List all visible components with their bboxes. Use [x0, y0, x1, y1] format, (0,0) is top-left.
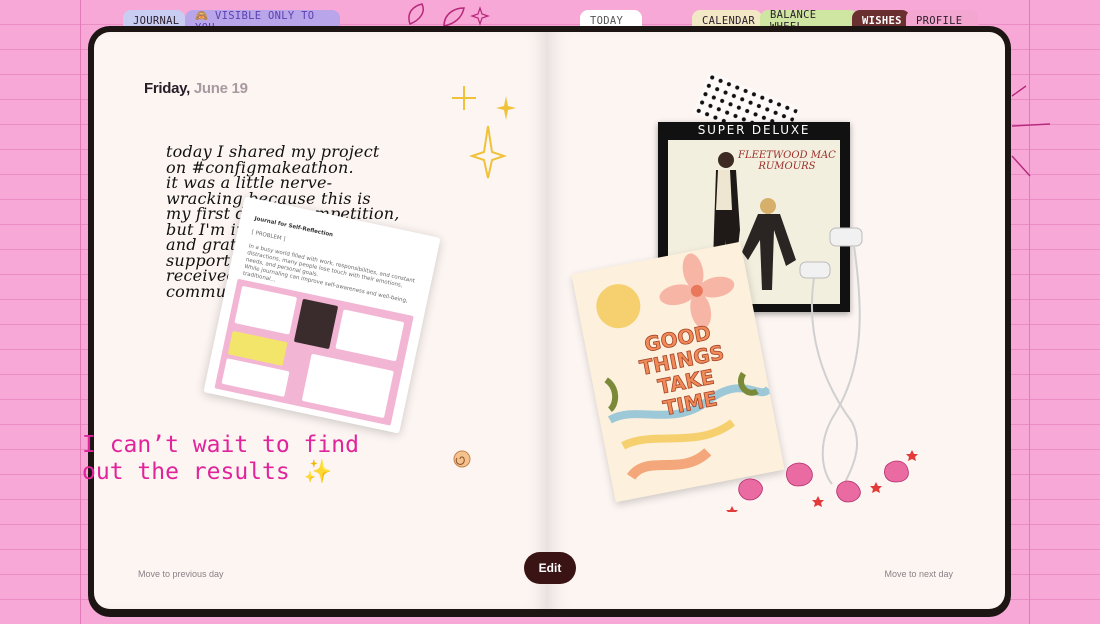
next-day-link[interactable]: Move to next day [884, 569, 953, 579]
entry-month-day: June 19 [193, 80, 248, 97]
album-name: RUMOURS [758, 161, 816, 172]
bunny-stickers-icon [726, 450, 918, 512]
album-band-name: FLEETWOOD MAC [738, 150, 836, 161]
project-screenshot-card: Journal for Self-Reflection [ PROBLEM ] … [203, 196, 441, 434]
spiral-sticker-icon [453, 450, 471, 468]
entry-message: I can’t wait to find out the results ✨ [82, 432, 359, 485]
sparkle-icon [452, 86, 516, 179]
entry-weekday: Friday, [144, 80, 190, 97]
album-band: FLEETWOOD MAC RUMOURS [738, 150, 836, 172]
doodle-lines-icon [1011, 85, 1051, 177]
entry-date: Friday, June 19 [144, 80, 248, 97]
album-title: SUPER DELUXE [697, 123, 811, 137]
edit-button[interactable]: Edit [524, 552, 576, 584]
previous-day-link[interactable]: Move to previous day [138, 569, 224, 579]
